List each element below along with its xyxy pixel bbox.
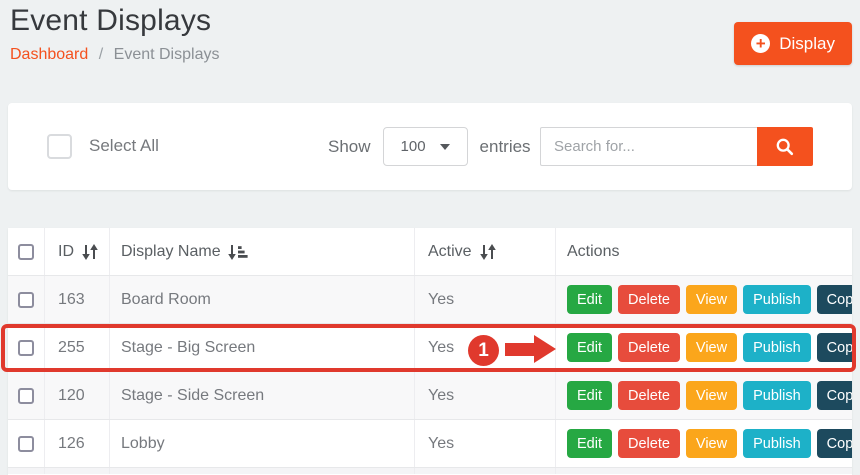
edit-button[interactable]: Edit	[567, 429, 612, 458]
copy-button[interactable]: Copy	[817, 285, 852, 314]
view-button[interactable]: View	[686, 429, 737, 458]
column-header-display-name[interactable]: Display Name	[110, 228, 415, 275]
displays-table: ID Display Name Active Actions	[8, 228, 852, 475]
breadcrumb-current: Event Displays	[114, 46, 220, 63]
breadcrumb-separator: /	[99, 46, 103, 63]
cell-id: 120	[45, 372, 110, 419]
publish-button[interactable]: Publish	[743, 333, 811, 362]
cell-id: 126	[45, 420, 110, 467]
cell-display-name: Stage - Big Screen	[110, 324, 415, 371]
copy-button[interactable]: Copy	[817, 429, 852, 458]
edit-button[interactable]: Edit	[567, 381, 612, 410]
row-checkbox[interactable]	[18, 388, 34, 404]
search-icon	[775, 137, 795, 157]
page-size-select[interactable]: 100	[383, 127, 468, 166]
cell-display-name: Board Room	[110, 276, 415, 323]
add-display-button-label: Display	[779, 34, 835, 54]
toolbar-card: Select All Show 100 entries	[8, 103, 852, 190]
column-header-active-label: Active	[428, 243, 472, 261]
column-header-actions-label: Actions	[567, 243, 619, 261]
delete-button[interactable]: Delete	[618, 285, 680, 314]
search-group	[540, 127, 813, 166]
caret-down-icon	[440, 144, 450, 150]
table-row-partial	[8, 468, 852, 474]
sort-updown-icon	[479, 244, 498, 260]
table-row: 163 Board Room Yes Edit Delete View Publ…	[8, 276, 852, 324]
search-input[interactable]	[540, 127, 757, 166]
row-checkbox[interactable]	[18, 436, 34, 452]
view-button[interactable]: View	[686, 285, 737, 314]
edit-button[interactable]: Edit	[567, 285, 612, 314]
edit-button[interactable]: Edit	[567, 333, 612, 362]
delete-button[interactable]: Delete	[618, 381, 680, 410]
cell-display-name: Stage - Side Screen	[110, 372, 415, 419]
copy-button[interactable]: Copy	[817, 381, 852, 410]
column-header-active[interactable]: Active	[415, 228, 556, 275]
show-label: Show	[328, 137, 371, 157]
delete-button[interactable]: Delete	[618, 333, 680, 362]
cell-id: 255	[45, 324, 110, 371]
publish-button[interactable]: Publish	[743, 381, 811, 410]
column-header-id[interactable]: ID	[45, 228, 110, 275]
cell-active: Yes	[415, 276, 556, 323]
plus-circle-icon: +	[751, 34, 770, 53]
breadcrumb-dashboard-link[interactable]: Dashboard	[10, 46, 88, 63]
table-row: 120 Stage - Side Screen Yes Edit Delete …	[8, 372, 852, 420]
cell-active: Yes	[415, 324, 556, 371]
header-select-checkbox[interactable]	[18, 244, 34, 260]
column-header-actions: Actions	[556, 228, 852, 275]
row-checkbox[interactable]	[18, 340, 34, 356]
column-header-id-label: ID	[58, 243, 74, 261]
cell-active: Yes	[415, 420, 556, 467]
select-all-checkbox[interactable]	[47, 134, 72, 159]
view-button[interactable]: View	[686, 333, 737, 362]
table-row: 126 Lobby Yes Edit Delete View Publish C…	[8, 420, 852, 468]
select-all-label: Select All	[89, 136, 159, 156]
view-button[interactable]: View	[686, 381, 737, 410]
row-checkbox[interactable]	[18, 292, 34, 308]
entries-label: entries	[480, 137, 531, 157]
publish-button[interactable]: Publish	[743, 285, 811, 314]
cell-id: 163	[45, 276, 110, 323]
sort-amount-icon	[228, 244, 248, 260]
add-display-button[interactable]: + Display	[734, 22, 852, 65]
delete-button[interactable]: Delete	[618, 429, 680, 458]
copy-button[interactable]: Copy	[817, 333, 852, 362]
publish-button[interactable]: Publish	[743, 429, 811, 458]
table-row-highlighted: 255 Stage - Big Screen Yes Edit Delete V…	[8, 324, 852, 372]
search-button[interactable]	[757, 127, 813, 166]
page-size-group: Show 100 entries	[328, 103, 531, 190]
page-size-value: 100	[401, 138, 426, 155]
sort-updown-icon	[81, 244, 100, 260]
column-header-display-name-label: Display Name	[121, 243, 221, 261]
table-header-row: ID Display Name Active Actions	[8, 228, 852, 276]
breadcrumb: Dashboard / Event Displays	[10, 46, 219, 64]
cell-display-name: Lobby	[110, 420, 415, 467]
cell-active: Yes	[415, 372, 556, 419]
page-title: Event Displays	[10, 4, 211, 38]
